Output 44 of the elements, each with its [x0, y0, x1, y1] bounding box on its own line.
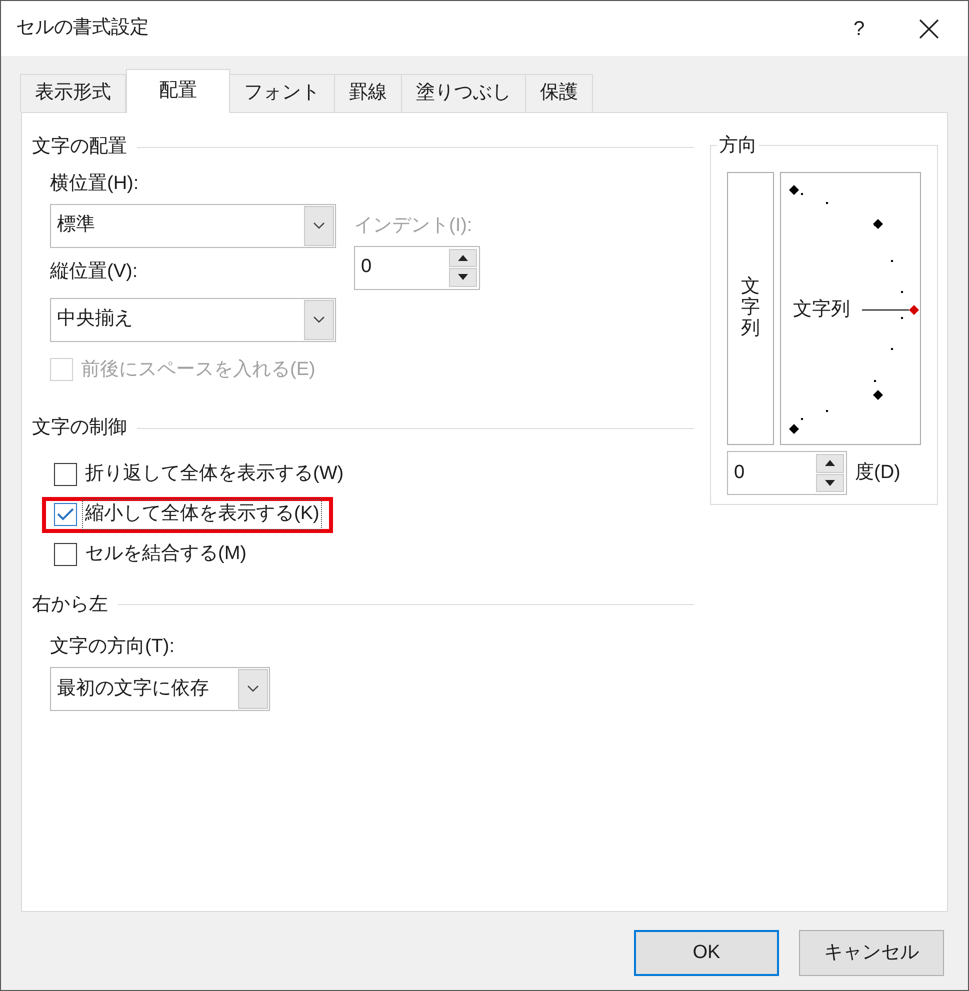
field-label: 縦位置(V): — [50, 260, 139, 284]
spin-up-button[interactable] — [816, 454, 844, 472]
triangle-down-icon — [457, 273, 469, 282]
close-icon — [919, 18, 939, 38]
checkbox[interactable] — [54, 503, 77, 526]
group-heading: 文字の制御 — [32, 416, 127, 440]
triangle-up-icon — [824, 459, 836, 468]
spin-down-button[interactable] — [816, 474, 844, 492]
spin-down-button[interactable] — [449, 268, 477, 286]
checkbox[interactable] — [54, 543, 77, 566]
field-label: 度(D) — [855, 460, 900, 485]
orientation-dial[interactable]: 文字列 — [780, 172, 921, 445]
group-heading: 右から左 — [32, 592, 108, 616]
tab[interactable]: 保護 — [525, 74, 593, 112]
triangle-up-icon — [457, 254, 469, 262]
vertical-text: 文字列 — [741, 277, 760, 340]
checkbox-label: 縮小して全体を表示する(K) — [83, 500, 322, 529]
dialog-button[interactable]: OK — [634, 930, 779, 976]
chevron-down-icon — [247, 685, 259, 693]
tab[interactable]: 配置 — [126, 69, 230, 113]
help-button[interactable]: ? — [834, 8, 884, 48]
field-label: 文字の方向(T): — [50, 635, 176, 659]
checkbox-label: 折り返して全体を表示する(W) — [84, 462, 345, 486]
vertical-text-option[interactable]: 文字列 — [727, 172, 774, 445]
group-heading: 文字の配置 — [32, 135, 127, 159]
checkbox[interactable] — [54, 463, 77, 486]
chevron-down-icon — [313, 222, 325, 230]
spin-up-button[interactable] — [449, 248, 477, 267]
checkbox-label: 前後にスペースを入れる(E) — [81, 358, 316, 382]
checkbox-label: セルを結合する(M) — [84, 542, 248, 566]
field-label: インデント(I): — [354, 214, 474, 238]
checkmark-icon — [57, 508, 74, 521]
tab[interactable]: 表示形式 — [20, 74, 126, 112]
chevron-down-icon — [313, 316, 325, 324]
field-label: 横位置(H): — [50, 172, 140, 196]
spinner-field[interactable]: 0 — [727, 451, 847, 495]
rotated-text-sample: 文字列 — [793, 299, 850, 321]
triangle-down-icon — [824, 478, 836, 487]
dialog-button[interactable]: キャンセル — [799, 930, 944, 976]
angle-pointer-drawing — [862, 305, 919, 315]
dropdown[interactable]: 標準 — [50, 204, 336, 248]
dropdown[interactable]: 最初の文字に依存 — [50, 667, 270, 711]
dropdown[interactable]: 中央揃え — [50, 298, 336, 342]
window-title: セルの書式設定 — [16, 16, 149, 40]
